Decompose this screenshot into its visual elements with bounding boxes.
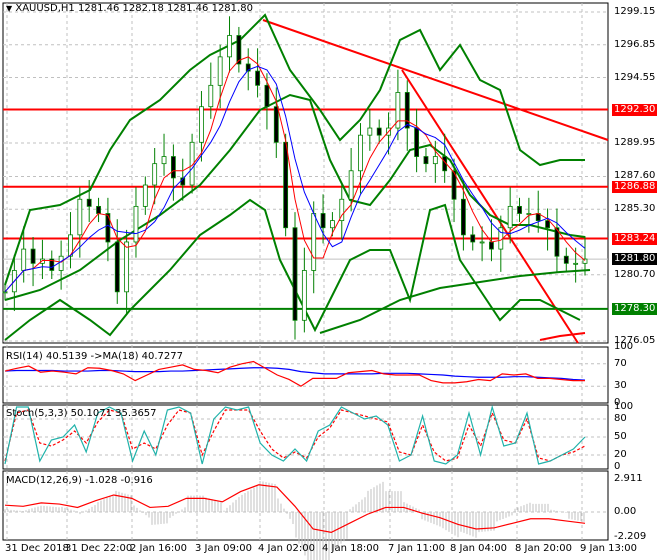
symbol-label: XAUUSD,H1 xyxy=(15,3,75,14)
candle-body xyxy=(133,205,139,243)
candle-body xyxy=(142,184,148,207)
candle-body xyxy=(311,213,317,271)
candle-body xyxy=(414,127,420,157)
candle-body xyxy=(301,270,307,321)
candle-body xyxy=(21,248,27,271)
rsi-title: RSI(14) 40.5139 ->MA(18) 40.7277 xyxy=(6,351,183,362)
ohlc-values: 1281.46 1282.18 1281.46 1281.80 xyxy=(77,3,253,14)
stoch-title: Stoch(5,3,3) 50.1071 35.3657 xyxy=(6,408,157,419)
time-label: 8 Jan 04:00 xyxy=(450,543,507,554)
candle-body xyxy=(526,213,532,215)
bollinger-lower xyxy=(4,198,581,341)
candle-body xyxy=(152,163,158,186)
price-axis-label: 1285.30 xyxy=(614,203,656,215)
price-axis-label: 1280.70 xyxy=(614,268,656,280)
stoch-axis-label: 20 xyxy=(614,449,627,460)
level-price-tag: 1286.88 xyxy=(612,180,658,193)
candle-body xyxy=(2,291,8,294)
candle-body xyxy=(283,141,289,229)
candle-body xyxy=(58,255,64,271)
price-axis-label: 1294.55 xyxy=(614,71,656,83)
trend-curve xyxy=(539,332,586,341)
rsi-ma-line xyxy=(4,367,586,381)
trend-line xyxy=(401,69,579,344)
stoch-axis-label: 100 xyxy=(614,401,634,412)
candle-body xyxy=(124,241,130,293)
time-label: 4 Jan 18:00 xyxy=(322,543,379,554)
candle-body xyxy=(460,198,466,236)
time-label: 4 Jan 02:00 xyxy=(258,543,315,554)
time-label: 2 Jan 16:00 xyxy=(130,543,187,554)
level-price-tag: 1292.30 xyxy=(612,103,658,116)
candle-body xyxy=(404,92,410,129)
level-price-tag: 1278.30 xyxy=(612,302,658,315)
candle-body xyxy=(77,198,83,236)
candle-body xyxy=(96,205,101,214)
rsi-axis-label: 100 xyxy=(614,341,634,352)
time-label: 31 Dec 2018 xyxy=(5,543,69,554)
candle-body xyxy=(348,170,354,200)
candle-body xyxy=(517,205,522,214)
candle-body xyxy=(573,262,579,265)
current-price-tag: 1281.80 xyxy=(612,253,658,266)
macd-axis-label: 0.00 xyxy=(614,505,637,517)
long-moving-average xyxy=(319,269,591,334)
candle-body xyxy=(273,106,279,143)
candle-body xyxy=(470,234,476,243)
candle-body xyxy=(86,198,92,207)
stoch-axis-label: 80 xyxy=(614,413,627,424)
candle-body xyxy=(227,35,232,58)
level-price-tag: 1283.24 xyxy=(612,232,658,245)
candle-body xyxy=(320,213,326,229)
price-axis-label: 1299.15 xyxy=(614,6,656,17)
rsi-axis-label: 30 xyxy=(614,380,627,392)
time-label: 8 Jan 20:00 xyxy=(515,543,572,554)
candle-body xyxy=(545,220,550,229)
time-label: 7 Jan 11:00 xyxy=(388,543,445,554)
candle-body xyxy=(170,156,176,179)
candle-body xyxy=(489,241,494,250)
candle-body xyxy=(432,156,438,165)
candle-body xyxy=(114,241,120,293)
candle-body xyxy=(208,84,214,108)
candle-body xyxy=(563,255,569,264)
candle-body xyxy=(423,156,429,165)
candle-body xyxy=(264,84,270,108)
candle-body xyxy=(292,227,298,321)
rsi-axis-label: 70 xyxy=(614,357,627,369)
candle-body xyxy=(161,156,167,165)
stoch-axis-label: 0 xyxy=(614,461,621,472)
collapse-triangle-icon[interactable]: ▼ xyxy=(6,4,12,13)
candle-body xyxy=(255,70,260,86)
candle-body xyxy=(30,248,36,264)
price-axis-label: 1296.85 xyxy=(614,38,656,50)
time-label: 3 Jan 09:00 xyxy=(195,543,252,554)
candle-body xyxy=(479,241,485,244)
price-axis-label: 1289.95 xyxy=(614,137,656,148)
rsi-line xyxy=(4,360,585,387)
time-label: 31 Dec 22:00 xyxy=(65,543,133,554)
macd-axis-label: 2.911 xyxy=(614,473,643,484)
chart-header: ▼ XAUUSD,H1 1281.46 1282.18 1281.46 1281… xyxy=(6,3,253,14)
stoch-axis-label: 50 xyxy=(614,431,627,442)
candle-body xyxy=(199,106,204,143)
candle-body xyxy=(358,134,363,172)
candle-body xyxy=(330,220,335,229)
macd-axis-label: -2.209 xyxy=(614,531,647,542)
time-label: 9 Jan 13:00 xyxy=(580,543,637,554)
candle-body xyxy=(217,56,223,86)
macd-title: MACD(12,26,9) -1.028 -0.916 xyxy=(6,475,153,486)
candle-body xyxy=(367,127,373,136)
candle-body xyxy=(376,127,382,136)
candle-body xyxy=(507,205,513,229)
chart-window[interactable]: ▼ XAUUSD,H1 1281.46 1282.18 1281.46 1281… xyxy=(0,0,660,560)
